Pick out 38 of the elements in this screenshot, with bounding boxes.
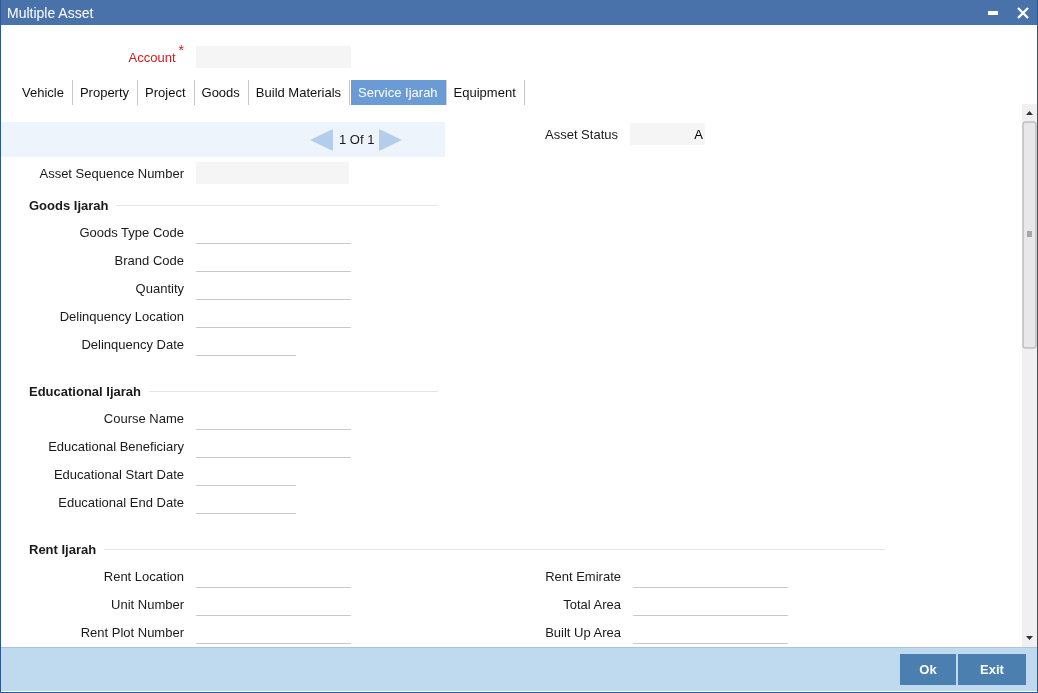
window-title: Multiple Asset [7,4,95,21]
close-icon[interactable] [1017,6,1029,19]
field-label: Asset Sequence Number [38,165,184,181]
section-heading: Rent Ijarah [29,541,97,557]
minimize-icon[interactable] [988,10,998,15]
previous-arrow-icon[interactable] [310,128,333,151]
page-indicator: 1 Of 1 [339,132,375,147]
field-label: Rent Location [102,568,184,584]
section-heading: Educational Ijarah [29,383,141,399]
next-arrow-icon[interactable] [379,128,403,151]
field-label: Rent Plot Number [79,624,184,640]
scroll-thumb[interactable] [1022,121,1037,349]
dialog-button[interactable]: Ok [900,654,956,685]
section-heading: Goods Ijarah [29,197,109,213]
field-label: Goods Type Code [78,224,184,240]
status-field[interactable]: A [630,123,705,145]
tab[interactable]: Goods [194,80,249,105]
field-label: Delinquency Date [80,336,184,352]
scrollbar[interactable] [1022,104,1037,647]
field-label: Delinquency Location [58,308,184,324]
field-label: Quantity [134,280,184,296]
tab[interactable]: Build Materials [248,80,351,105]
tab[interactable]: Vehicle [15,80,73,105]
tab[interactable]: Equipment [446,80,525,105]
field-label: Educational End Date [57,494,184,510]
field-label: Asset Status [545,126,618,142]
field-label: Educational Start Date [52,466,184,482]
field-label: Rent Emirate [544,568,621,584]
field-label: Total Area [562,596,621,612]
field-label: Brand Code [113,252,184,268]
field-label: Account [128,49,176,65]
tab[interactable]: Property [72,80,139,105]
field-label: Unit Number [110,596,184,612]
tab[interactable]: Project [138,80,195,105]
field-label: Educational Beneficiary [47,438,184,454]
field-label: Course Name [102,410,184,426]
field-label: Built Up Area [544,624,621,640]
dialog-button[interactable]: Exit [958,654,1026,685]
